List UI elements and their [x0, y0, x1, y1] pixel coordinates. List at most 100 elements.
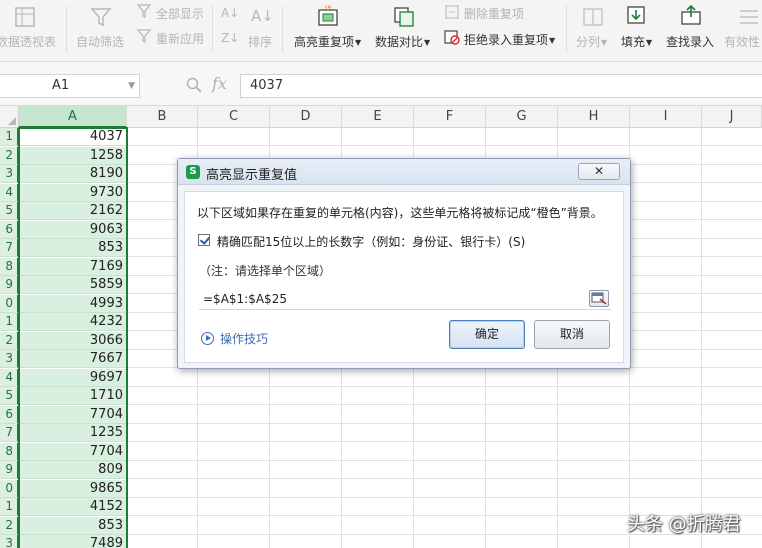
dialog-note: （注：请选择单个区域） [199, 264, 332, 278]
column-header-b[interactable]: B [127, 106, 198, 128]
table-cell[interactable]: 4152 [19, 498, 127, 516]
filter-icon [90, 8, 112, 27]
reject-duplicates-button[interactable]: 拒绝录入重复项▼ [464, 31, 555, 48]
row-header[interactable]: 8 [0, 443, 19, 461]
table-cell[interactable]: 7489 [19, 535, 127, 548]
range-value: =$A$1:$A$25 [203, 292, 287, 306]
close-button[interactable]: ✕ [578, 163, 620, 180]
range-picker-button[interactable] [589, 290, 609, 307]
row-header[interactable]: 3 [0, 535, 19, 548]
ribbon-separator [566, 6, 567, 52]
table-cell[interactable]: 7667 [19, 350, 127, 368]
table-cell[interactable]: 4993 [19, 295, 127, 313]
column-header-d[interactable]: D [270, 106, 342, 128]
highlight-duplicates-button[interactable]: 高亮重复项▼ [294, 33, 361, 50]
row-header[interactable]: 2 [0, 147, 19, 165]
row-header[interactable]: 1 [0, 313, 19, 331]
split-column-button[interactable]: 分列▼ [576, 33, 607, 50]
table-cell[interactable]: 8190 [19, 165, 127, 183]
row-header[interactable]: 9 [0, 276, 19, 294]
row-header[interactable]: 8 [0, 258, 19, 276]
delete-duplicates-button[interactable]: 删除重复项 [464, 5, 524, 22]
table-cell[interactable]: 3066 [19, 332, 127, 350]
row-header[interactable]: 4 [0, 369, 19, 387]
column-header-i[interactable]: I [630, 106, 702, 128]
select-all-corner[interactable] [0, 106, 19, 128]
cancel-button[interactable]: 取消 [534, 320, 610, 349]
row-header[interactable]: 5 [0, 387, 19, 405]
range-input[interactable]: =$A$1:$A$25 [199, 288, 611, 310]
sort-button[interactable]: 排序 [248, 33, 272, 50]
highlight-duplicates-dialog: S 高亮显示重复值 ✕ 以下区域如果存在重复的单元格(内容)，这些单元格将被标记… [177, 158, 631, 369]
table-cell[interactable]: 1235 [19, 424, 127, 442]
ok-button[interactable]: 确定 [449, 320, 525, 349]
fill-button[interactable]: 填充▼ [621, 33, 652, 50]
auto-filter-button[interactable]: 自动筛选 [76, 33, 124, 50]
table-cell[interactable]: 9063 [19, 221, 127, 239]
tips-link[interactable]: 操作技巧 [201, 330, 268, 347]
reapply-icon [136, 29, 152, 44]
active-cell[interactable]: 4037 [19, 128, 127, 146]
name-box[interactable]: A1 ▼ [0, 74, 140, 98]
row-header[interactable]: 0 [0, 295, 19, 313]
zoom-search-icon[interactable] [186, 77, 202, 93]
watermark: 头条 @折腾君 [627, 514, 741, 535]
dialog-title-bar[interactable]: S 高亮显示重复值 ✕ [178, 159, 630, 185]
exact-match-checkbox[interactable] [198, 234, 210, 246]
table-cell[interactable]: 5859 [19, 276, 127, 294]
row-header[interactable]: 1 [0, 498, 19, 516]
table-cell[interactable]: 853 [19, 239, 127, 257]
grid-row-line [128, 460, 762, 461]
formula-input[interactable]: 4037 [240, 74, 762, 98]
table-cell[interactable]: 7704 [19, 406, 127, 424]
validity-button[interactable]: 有效性 [724, 33, 760, 50]
table-cell[interactable]: 7169 [19, 258, 127, 276]
row-header[interactable]: 3 [0, 350, 19, 368]
row-header[interactable]: 7 [0, 424, 19, 442]
table-cell[interactable]: 9697 [19, 369, 127, 387]
grid-row-line [128, 145, 762, 146]
grid-row-line [128, 478, 762, 479]
column-header-a[interactable]: A [19, 106, 127, 128]
show-all-button[interactable]: 全部显示 [156, 5, 204, 22]
row-header[interactable]: 5 [0, 202, 19, 220]
table-cell[interactable]: 9730 [19, 184, 127, 202]
column-header-h[interactable]: H [558, 106, 630, 128]
row-header[interactable]: 7 [0, 239, 19, 257]
reapply-button[interactable]: 重新应用 [156, 30, 204, 47]
grid-column-line [701, 128, 702, 548]
exact-match-label[interactable]: 精确匹配15位以上的长数字（例如：身份证、银行卡）(S) [217, 233, 525, 250]
row-header[interactable]: 0 [0, 480, 19, 498]
column-header-j[interactable]: J [702, 106, 762, 128]
row-header[interactable]: 9 [0, 461, 19, 479]
row-header[interactable]: 6 [0, 221, 19, 239]
row-header[interactable]: 2 [0, 517, 19, 535]
table-cell[interactable]: 9865 [19, 480, 127, 498]
table-cell[interactable]: 1258 [19, 147, 127, 165]
pivot-table-button[interactable]: 数据透视表 [0, 33, 56, 50]
table-cell[interactable]: 853 [19, 517, 127, 535]
table-cell[interactable]: 809 [19, 461, 127, 479]
table-cell[interactable]: 2162 [19, 202, 127, 220]
chevron-down-icon[interactable]: ▼ [128, 75, 135, 97]
row-header[interactable]: 1 [0, 128, 19, 146]
lookup-entry-button[interactable]: 查找录入 [666, 33, 714, 50]
column-header-f[interactable]: F [414, 106, 486, 128]
sort-ascending-icon: A↓ [221, 6, 238, 20]
fx-icon[interactable]: fx [212, 74, 227, 93]
lookup-entry-icon [681, 4, 701, 25]
row-header[interactable]: 4 [0, 184, 19, 202]
row-header[interactable]: 2 [0, 332, 19, 350]
row-header[interactable]: 3 [0, 165, 19, 183]
ribbon-separator [212, 6, 213, 52]
table-cell[interactable]: 1710 [19, 387, 127, 405]
data-compare-button[interactable]: 数据对比▼ [375, 33, 430, 50]
grid-row-line [128, 441, 762, 442]
table-cell[interactable]: 7704 [19, 443, 127, 461]
column-header-g[interactable]: G [486, 106, 558, 128]
table-cell[interactable]: 4232 [19, 313, 127, 331]
column-header-e[interactable]: E [342, 106, 414, 128]
column-header-c[interactable]: C [198, 106, 270, 128]
validity-icon [740, 10, 758, 24]
row-header[interactable]: 6 [0, 406, 19, 424]
